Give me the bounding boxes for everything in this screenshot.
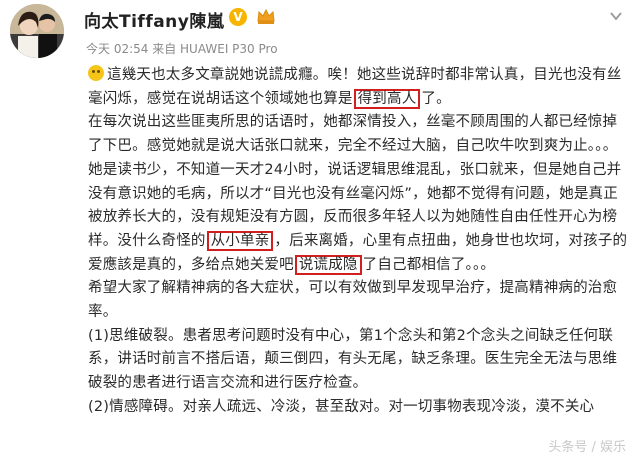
thinking-emoji-icon [88, 65, 104, 81]
post-text: 了。 [421, 90, 451, 107]
avatar[interactable] [10, 4, 64, 58]
chevron-down-icon[interactable] [610, 10, 622, 22]
post-paragraph: 在每次说出这些匪夷所思的话语时，她都深情投入，丝毫不顾周围的人都已经惊掉了下巴。… [88, 111, 628, 277]
post-text: 在每次说出这些匪夷所思的话语时，她都深情投入，丝毫不顾周围的人都已经惊掉了下巴。… [88, 114, 622, 249]
post-paragraph: 希望大家了解精神病的各大症状，可以有效做到早发现早治疗，提高精神病的治愈率。 [88, 280, 618, 321]
avatar-image [10, 4, 64, 58]
post-header: 向太Tiffany陳嵐 V 今天 02:54 来自 HUAWEI P30 Pro [0, 0, 640, 62]
post-meta: 今天 02:54 来自 HUAWEI P30 Pro [86, 42, 278, 56]
post-paragraph: 這幾天也太多文章説她说謊成癮。唉！她这些说辞时都非常认真，目光也没有丝毫闪烁，感… [88, 64, 628, 111]
post-content: 這幾天也太多文章説她说謊成癮。唉！她这些说辞时都非常认真，目光也没有丝毫闪烁，感… [88, 64, 628, 420]
crown-icon [257, 8, 275, 24]
post-paragraph: (2)情感障碍。对亲人疏远、冷淡，甚至敌对。对一切事物表现冷淡，漠不关心 [88, 398, 595, 415]
watermark: 头条号 / 娱乐 [548, 440, 626, 455]
highlight-box: 说谎成隐 [294, 254, 362, 275]
verified-badge-icon: V [229, 8, 247, 26]
highlight-box: 从小单亲 [206, 230, 274, 251]
highlight-box: 得到高人 [353, 88, 421, 109]
user-name[interactable]: 向太Tiffany陳嵐 [84, 7, 224, 32]
post-paragraph: (1)思维破裂。患者思考问题时没有中心，第1个念头和第2个念头之间缺乏任何联系，… [88, 327, 618, 392]
post-text: 了自己都相信了。。。 [362, 256, 496, 273]
